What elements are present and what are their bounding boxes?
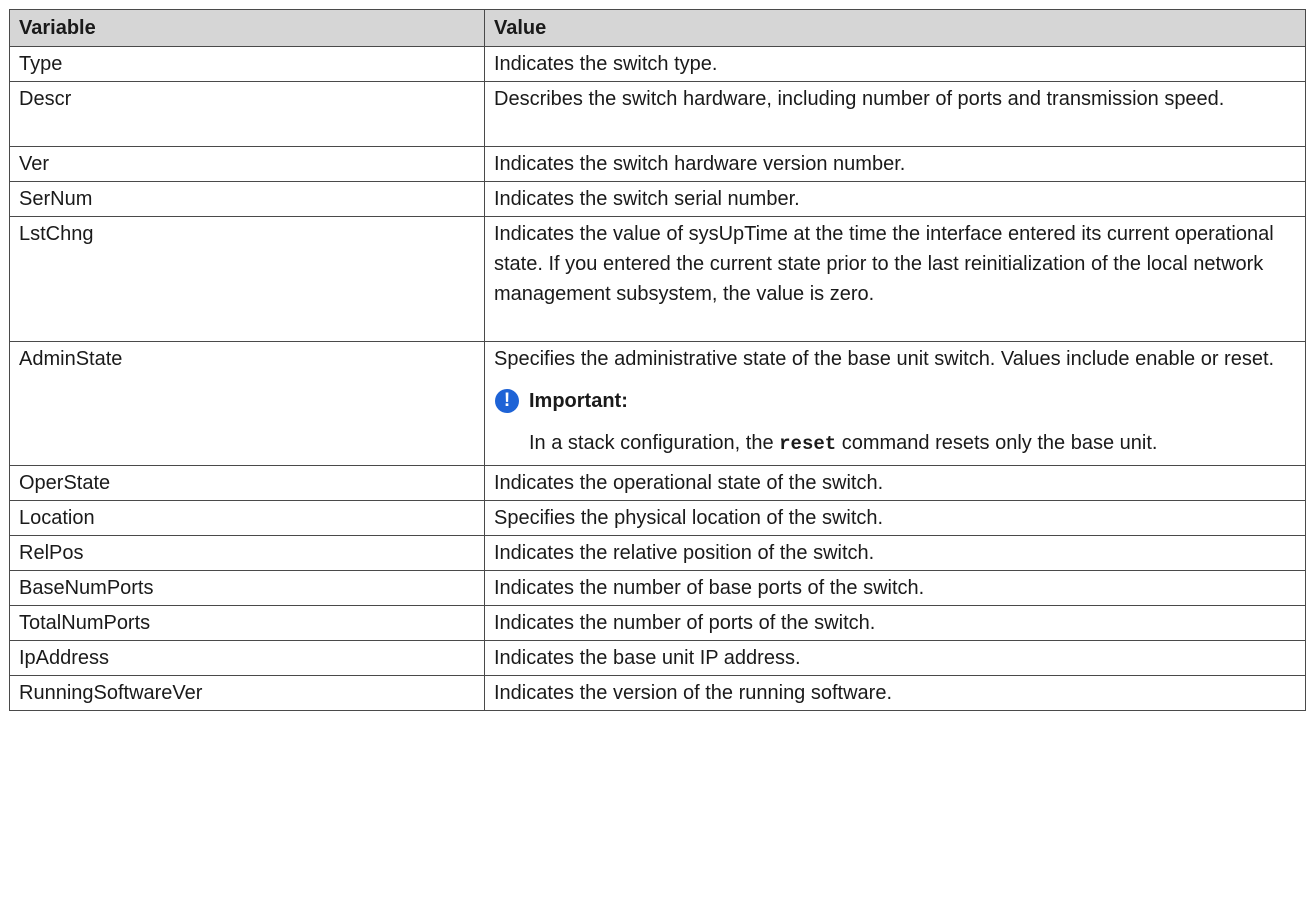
variable-cell: Descr [9, 81, 485, 147]
variable-cell: RunningSoftwareVer [9, 675, 485, 711]
table-row: SerNum Indicates the switch serial numbe… [9, 181, 1306, 217]
value-cell: Indicates the number of ports of the swi… [484, 605, 1306, 641]
variable-cell: SerNum [9, 181, 485, 217]
header-variable: Variable [9, 9, 485, 47]
table-row: Descr Describes the switch hardware, inc… [9, 81, 1306, 147]
variable-cell: Location [9, 500, 485, 536]
value-cell: Indicates the base unit IP address. [484, 640, 1306, 676]
table-row: BaseNumPorts Indicates the number of bas… [9, 570, 1306, 606]
important-note-body: In a stack configuration, the reset comm… [494, 428, 1291, 463]
table-header-row: Variable Value [9, 9, 1306, 47]
table-row: AdminState Specifies the administrative … [9, 341, 1306, 466]
note-text-before: In a stack configuration, the [529, 432, 780, 454]
table-row: RelPos Indicates the relative position o… [9, 535, 1306, 571]
note-text-after: command resets only the base unit. [836, 432, 1158, 454]
value-cell: Indicates the number of base ports of th… [484, 570, 1306, 606]
variable-cell: LstChng [9, 216, 485, 342]
value-text: Specifies the administrative state of th… [494, 348, 1275, 370]
value-cell: Indicates the operational state of the s… [484, 465, 1306, 501]
value-cell: Specifies the physical location of the s… [484, 500, 1306, 536]
variable-cell: Type [9, 46, 485, 82]
value-cell: Specifies the administrative state of th… [484, 341, 1306, 466]
variable-cell: BaseNumPorts [9, 570, 485, 606]
header-value: Value [484, 9, 1306, 47]
variable-value-table: Variable Value Type Indicates the switch… [9, 9, 1306, 711]
variable-cell: Ver [9, 146, 485, 182]
variable-cell: OperState [9, 465, 485, 501]
important-icon: ! [495, 389, 519, 413]
value-cell: Indicates the relative position of the s… [484, 535, 1306, 571]
table-row: Location Specifies the physical location… [9, 500, 1306, 536]
variable-cell: AdminState [9, 341, 485, 466]
value-cell: Indicates the switch serial number. [484, 181, 1306, 217]
value-cell: Indicates the switch hardware version nu… [484, 146, 1306, 182]
variable-cell: IpAddress [9, 640, 485, 676]
table-row: Ver Indicates the switch hardware versio… [9, 146, 1306, 182]
value-cell: Indicates the version of the running sof… [484, 675, 1306, 711]
value-cell: Indicates the value of sysUpTime at the … [484, 216, 1306, 342]
important-note: ! Important: In a stack configuration, t… [494, 386, 1291, 463]
table-row: RunningSoftwareVer Indicates the version… [9, 675, 1306, 711]
table-row: OperState Indicates the operational stat… [9, 465, 1306, 501]
important-note-title: Important: [529, 390, 628, 412]
table-row: TotalNumPorts Indicates the number of po… [9, 605, 1306, 641]
variable-cell: RelPos [9, 535, 485, 571]
value-cell: Indicates the switch type. [484, 46, 1306, 82]
table-row: LstChng Indicates the value of sysUpTime… [9, 216, 1306, 342]
table-row: IpAddress Indicates the base unit IP add… [9, 640, 1306, 676]
variable-cell: TotalNumPorts [9, 605, 485, 641]
table-row: Type Indicates the switch type. [9, 46, 1306, 82]
reset-command: reset [779, 433, 837, 455]
important-note-heading: ! Important: [494, 386, 1291, 416]
value-cell: Describes the switch hardware, including… [484, 81, 1306, 147]
